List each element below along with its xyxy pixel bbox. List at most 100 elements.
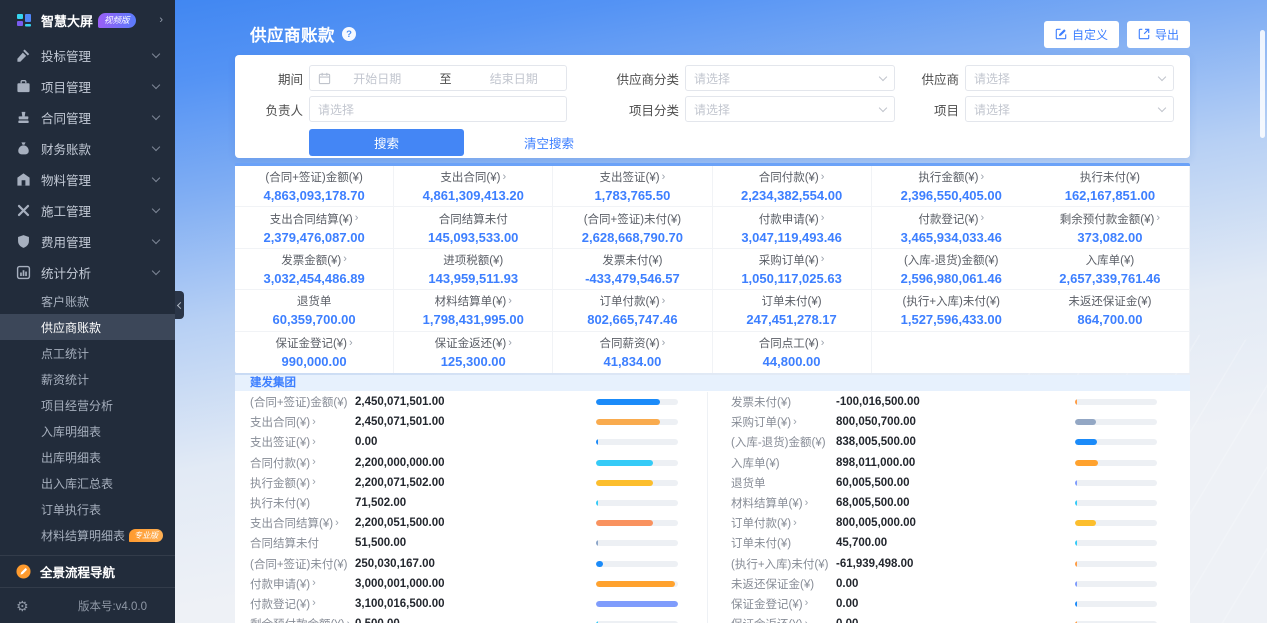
stat-cell[interactable]: 入库单(¥) 2,657,339,761.46: [1030, 248, 1190, 291]
chevron-right-icon[interactable]: [793, 417, 797, 428]
metric-label: 合同结算未付: [250, 538, 319, 551]
panorama-nav-item[interactable]: 全景流程导航: [0, 555, 175, 587]
stat-cell[interactable]: 执行未付(¥) 162,167,851.00: [1030, 166, 1190, 208]
menu-item-label: 施工管理: [41, 205, 92, 219]
version-label: 版本号:v4.0.0: [77, 600, 147, 613]
search-button[interactable]: 搜索: [309, 129, 464, 156]
sidebar-brand[interactable]: 智慧大屏 视频版 ›: [0, 0, 175, 40]
sidebar-submenu-item[interactable]: 材料结算明细表 专业版: [0, 522, 175, 548]
sidebar-menu-item[interactable]: 物料管理: [0, 164, 175, 195]
chevron-right-icon[interactable]: [312, 578, 316, 589]
sidebar-menu-item[interactable]: 项目管理: [0, 71, 175, 102]
stat-cell[interactable]: 合同结算未付 145,093,533.00: [394, 207, 554, 249]
stat-cell[interactable]: 合同薪资(¥) 41,834.00: [553, 331, 713, 373]
chevron-right-icon[interactable]: [312, 457, 316, 468]
stat-cell[interactable]: (执行+入库)未付(¥) 1,527,596,433.00: [871, 290, 1031, 332]
stat-cell[interactable]: 保证金登记(¥) 990,000.00: [235, 331, 395, 373]
stat-value: 247,451,278.17: [746, 312, 837, 328]
metric-value: 68,005,500.00: [836, 497, 910, 510]
project-label: 项目: [933, 103, 959, 118]
stat-cell[interactable]: 合同付款(¥) 2,234,382,554.00: [712, 166, 872, 208]
chevron-right-icon[interactable]: [793, 518, 797, 529]
sidebar-submenu-item[interactable]: 点工统计: [0, 340, 175, 366]
stat-cell[interactable]: 保证金返还(¥) 125,300.00: [394, 331, 554, 373]
stat-cell[interactable]: 未返还保证金(¥) 864,700.00: [1030, 290, 1190, 332]
stat-cell[interactable]: 剩余预付款金额(¥) 373,082.00: [1030, 207, 1190, 249]
stat-cell[interactable]: 采购订单(¥) 1,050,117,025.63: [712, 248, 872, 291]
detail-column-left: (合同+签证)金额(¥) 2,450,071,501.00 支出合同(¥) › …: [235, 392, 707, 623]
metric-value: 60,005,500.00: [836, 476, 910, 489]
stat-cell[interactable]: 支出合同结算(¥) 2,379,476,087.00: [235, 207, 395, 249]
date-range-input[interactable]: 开始日期 至 结束日期: [309, 65, 567, 91]
select-placeholder: 请选择: [974, 102, 1011, 117]
metric-label: 支出合同结算(¥): [250, 518, 334, 531]
help-icon[interactable]: [342, 27, 356, 41]
sidebar-submenu-item[interactable]: 薪资统计: [0, 366, 175, 392]
stat-cell[interactable]: 订单付款(¥) 802,665,747.46: [553, 290, 713, 332]
stat-cell[interactable]: 付款登记(¥) 3,465,934,033.46: [871, 207, 1031, 249]
stat-cell[interactable]: 发票金额(¥) 3,032,454,486.89: [235, 248, 395, 291]
supplier-select[interactable]: 请选择: [965, 65, 1174, 91]
stat-cell[interactable]: 进项税额(¥) 143,959,511.93: [394, 248, 554, 291]
stat-cell[interactable]: 执行金额(¥) 2,396,550,405.00: [871, 166, 1031, 208]
stat-cell[interactable]: 退货单 60,359,700.00: [235, 290, 395, 332]
chevron-right-icon[interactable]: [335, 518, 339, 529]
stat-cell[interactable]: 材料结算单(¥) 1,798,431,995.00: [394, 290, 554, 332]
stat-value: 2,628,668,790.70: [581, 229, 684, 245]
detail-row: 支出合同(¥) 2,450,071,501.00: [250, 412, 678, 432]
stat-cell[interactable]: 支出签证(¥) 1,783,765.50: [553, 166, 713, 208]
progress-bar-track: [1075, 399, 1157, 406]
sidebar-submenu-item[interactable]: 出入库汇总表: [0, 470, 175, 496]
stat-cell[interactable]: (合同+签证)未付(¥) 2,628,668,790.70: [553, 207, 713, 249]
stat-cell[interactable]: 订单未付(¥) 247,451,278.17: [712, 290, 872, 332]
stat-cell[interactable]: 付款申请(¥) 3,047,119,493.46: [712, 207, 872, 249]
stat-cell[interactable]: 支出合同(¥) 4,861,309,413.20: [394, 166, 554, 208]
sidebar-submenu-item[interactable]: 出库明细表: [0, 444, 175, 470]
supplier-category-select[interactable]: 请选择: [685, 65, 895, 91]
chevron-right-icon[interactable]: [312, 477, 316, 488]
sidebar-submenu-item[interactable]: 订单执行表: [0, 496, 175, 522]
project-category-select[interactable]: 请选择: [685, 96, 895, 122]
chevron-right-icon[interactable]: [805, 598, 809, 609]
stat-cell[interactable]: [1031, 331, 1190, 373]
chevron-right-icon[interactable]: [347, 619, 351, 623]
progress-bar-track: [1075, 419, 1157, 426]
date-to-label: 至: [439, 71, 452, 86]
sidebar-submenu-item[interactable]: 入库明细表: [0, 418, 175, 444]
chevron-right-icon: [349, 338, 353, 349]
stat-cell[interactable]: (入库-退货)金额(¥) 2,596,980,061.46: [871, 249, 1031, 291]
sidebar-collapse-handle[interactable]: [175, 291, 184, 319]
chevron-right-icon[interactable]: [312, 598, 316, 609]
clear-search-link[interactable]: 清空搜索: [524, 133, 574, 152]
stat-label: 发票未付(¥): [602, 254, 663, 267]
sidebar-menu-item[interactable]: 财务账款: [0, 133, 175, 164]
sidebar-submenu-item[interactable]: 客户账款: [0, 288, 175, 314]
chevron-right-icon[interactable]: [312, 437, 316, 448]
customize-button[interactable]: 自定义: [1043, 20, 1119, 48]
owner-input[interactable]: 请选择: [309, 96, 567, 122]
chevron-right-icon[interactable]: [805, 498, 809, 509]
export-button[interactable]: 导出: [1126, 20, 1190, 48]
chevron-right-icon[interactable]: [312, 417, 316, 428]
stat-cell[interactable]: 合同点工(¥) 44,800.00: [713, 331, 872, 373]
sidebar-menu-item[interactable]: 合同管理: [0, 102, 175, 133]
menu-item-label: 项目管理: [41, 81, 92, 95]
sidebar-menu-item[interactable]: 费用管理: [0, 226, 175, 257]
chevron-down-icon: [878, 103, 888, 112]
chevron-down-icon: [1157, 103, 1167, 112]
sidebar-submenu-item[interactable]: 供应商账款: [0, 314, 175, 340]
stat-cell[interactable]: (合同+签证)金额(¥) 4,863,093,178.70: [235, 166, 395, 208]
stat-cell[interactable]: 发票未付(¥) -433,479,546.57: [553, 248, 713, 291]
smart-screen-logo-icon: [16, 12, 32, 28]
filter-actions: 搜索 清空搜索: [251, 129, 1174, 156]
sidebar-menu-item[interactable]: 施工管理: [0, 195, 175, 226]
sidebar-submenu-item[interactable]: 项目经营分析: [0, 392, 175, 418]
gear-icon[interactable]: ⚙: [16, 599, 29, 613]
sidebar: 智慧大屏 视频版 › 投标管理 项目管理 合同管理 财务账款 物料管理 施工管理…: [0, 0, 175, 623]
project-select[interactable]: 请选择: [965, 96, 1174, 122]
sidebar-menu-item[interactable]: 投标管理: [0, 40, 175, 71]
sidebar-menu-item[interactable]: 统计分析: [0, 257, 175, 288]
vertical-scrollbar-thumb[interactable]: [1260, 30, 1265, 138]
stat-cell[interactable]: [872, 332, 1031, 373]
chevron-right-icon[interactable]: [805, 619, 809, 623]
